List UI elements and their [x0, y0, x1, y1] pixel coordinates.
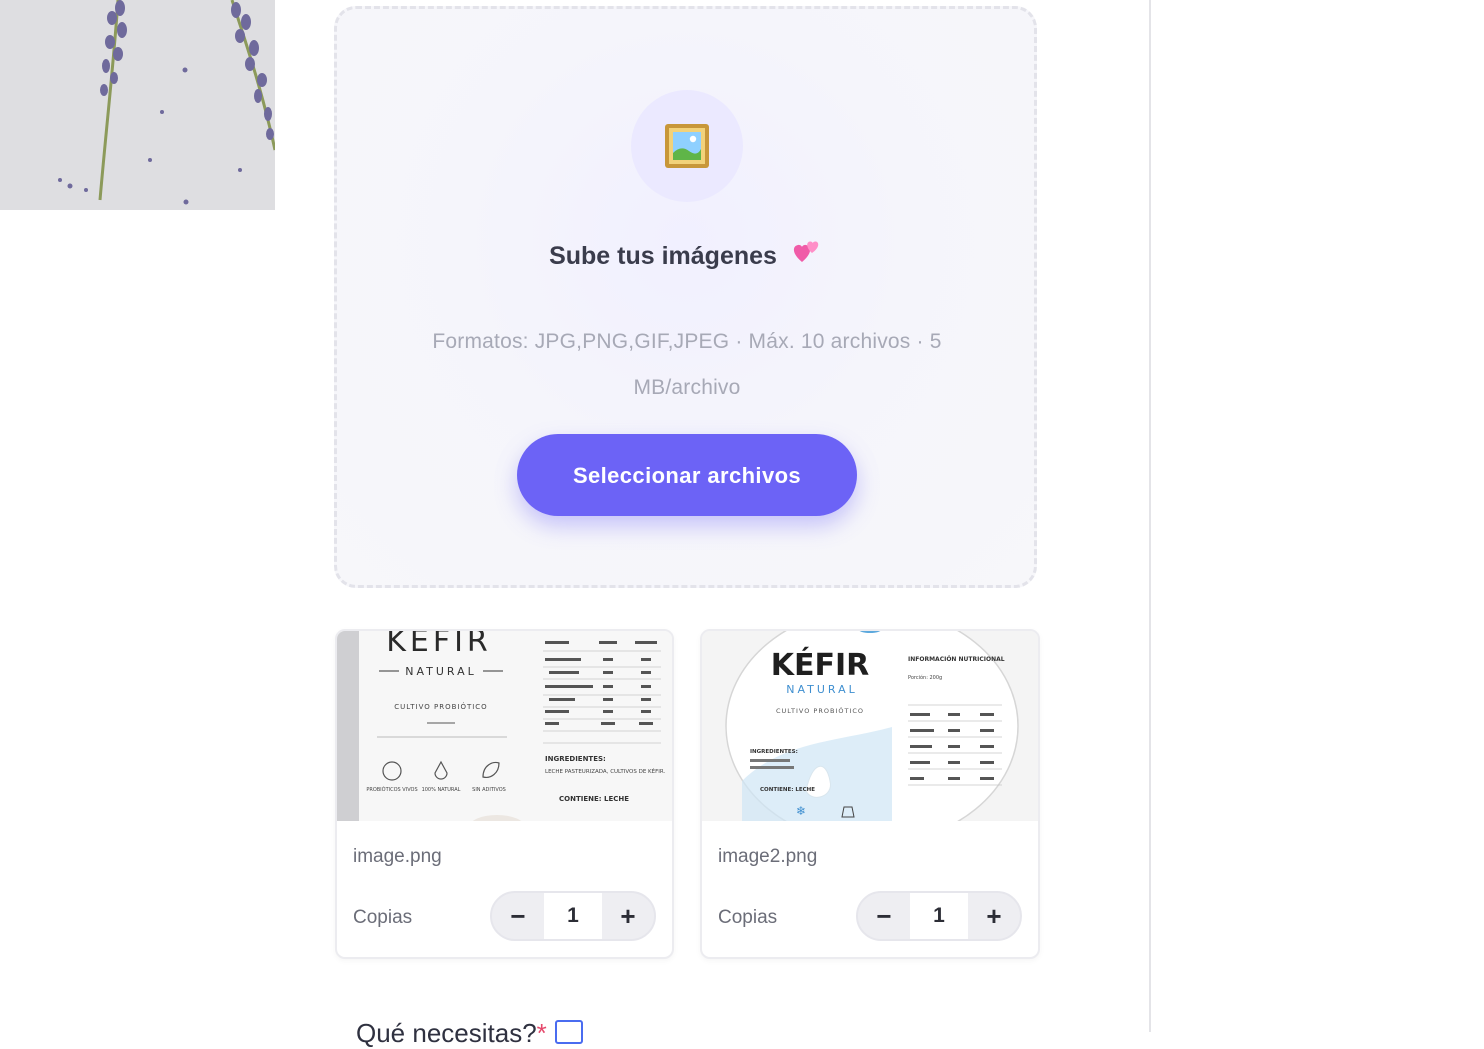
- increment-button[interactable]: +: [968, 893, 1020, 939]
- panel-divider: [1149, 0, 1151, 1032]
- next-section-heading: Qué necesitas?*: [356, 1018, 583, 1049]
- thumb-ingredients-title: INGREDIENTES:: [545, 755, 606, 763]
- thumb-ingredients-title: INGREDIENTES:: [750, 749, 798, 755]
- select-files-button[interactable]: Seleccionar archivos: [517, 434, 857, 516]
- copies-label: Copias: [718, 907, 778, 928]
- upload-icon-circle: [631, 90, 743, 202]
- copies-value[interactable]: 1: [544, 893, 602, 939]
- file-card: KÉFIR NATURAL CULTIVO PROBIÓTICO PROBIÓT…: [335, 629, 674, 959]
- svg-text:❄: ❄: [796, 804, 806, 818]
- upload-dropzone[interactable]: Sube tus imágenes Formatos: JPG,PNG,GIF,…: [334, 6, 1037, 588]
- decrement-button[interactable]: −: [492, 893, 544, 939]
- thumb-contains: CONTIENE: LECHE: [559, 795, 629, 803]
- required-mark: *: [536, 1018, 547, 1048]
- file-thumbnail: KÉFIR NATURAL CULTIVO PROBIÓTICO INFORMA…: [702, 631, 1038, 821]
- lavender-photo-graphic: [0, 0, 275, 210]
- upload-formats-text: Formatos: JPG,PNG,GIF,JPEG · Máx. 10 arc…: [432, 330, 942, 399]
- copies-stepper[interactable]: − 1 +: [490, 891, 656, 941]
- thumb-badge-3: SIN ADITIVOS: [472, 787, 506, 793]
- thumb-ingredients: LECHE PASTEURIZADA, CULTIVOS DE KÉFIR.: [545, 767, 666, 775]
- copies-label: Copias: [353, 907, 413, 928]
- increment-button[interactable]: +: [602, 893, 654, 939]
- thumb-sub: NATURAL: [405, 665, 477, 678]
- lavender-photo: [0, 0, 275, 210]
- thumb-badge-1: PROBIÓTICOS VIVOS: [366, 786, 417, 793]
- info-icon[interactable]: [554, 1020, 583, 1044]
- thumb-info-title: INFORMACIÓN NUTRICIONAL: [908, 656, 1005, 663]
- kefir-label-thumbnail: KÉFIR NATURAL CULTIVO PROBIÓTICO PROBIÓT…: [337, 631, 672, 821]
- kefir-lid-thumbnail: KÉFIR NATURAL CULTIVO PROBIÓTICO INFORMA…: [702, 631, 1038, 821]
- next-section-heading-text: Qué necesitas?: [356, 1018, 537, 1048]
- thumb-sub: NATURAL: [786, 683, 858, 696]
- upload-title-text: Sube tus imágenes: [549, 242, 777, 270]
- framed-picture-icon: [665, 124, 709, 168]
- decrement-button[interactable]: −: [858, 893, 910, 939]
- thumb-brand: KÉFIR: [386, 631, 492, 659]
- upload-title: Sube tus imágenes: [337, 236, 1034, 275]
- file-thumbnail: KÉFIR NATURAL CULTIVO PROBIÓTICO PROBIÓT…: [337, 631, 672, 821]
- file-name: image.png: [353, 846, 442, 867]
- copies-value[interactable]: 1: [910, 893, 968, 939]
- thumb-tagline: CULTIVO PROBIÓTICO: [776, 706, 864, 715]
- thumb-brand: KÉFIR: [771, 647, 870, 683]
- file-card: KÉFIR NATURAL CULTIVO PROBIÓTICO INFORMA…: [700, 629, 1040, 959]
- file-name: image2.png: [718, 846, 818, 867]
- thumb-badge-2: 100% NATURAL: [422, 787, 461, 793]
- thumb-portion: Porción: 200g: [908, 674, 942, 681]
- thumb-contains: CONTIENE: LECHE: [760, 787, 815, 793]
- copies-stepper[interactable]: − 1 +: [856, 891, 1022, 941]
- thumb-tagline: CULTIVO PROBIÓTICO: [394, 702, 487, 711]
- two-hearts-icon: [790, 236, 822, 275]
